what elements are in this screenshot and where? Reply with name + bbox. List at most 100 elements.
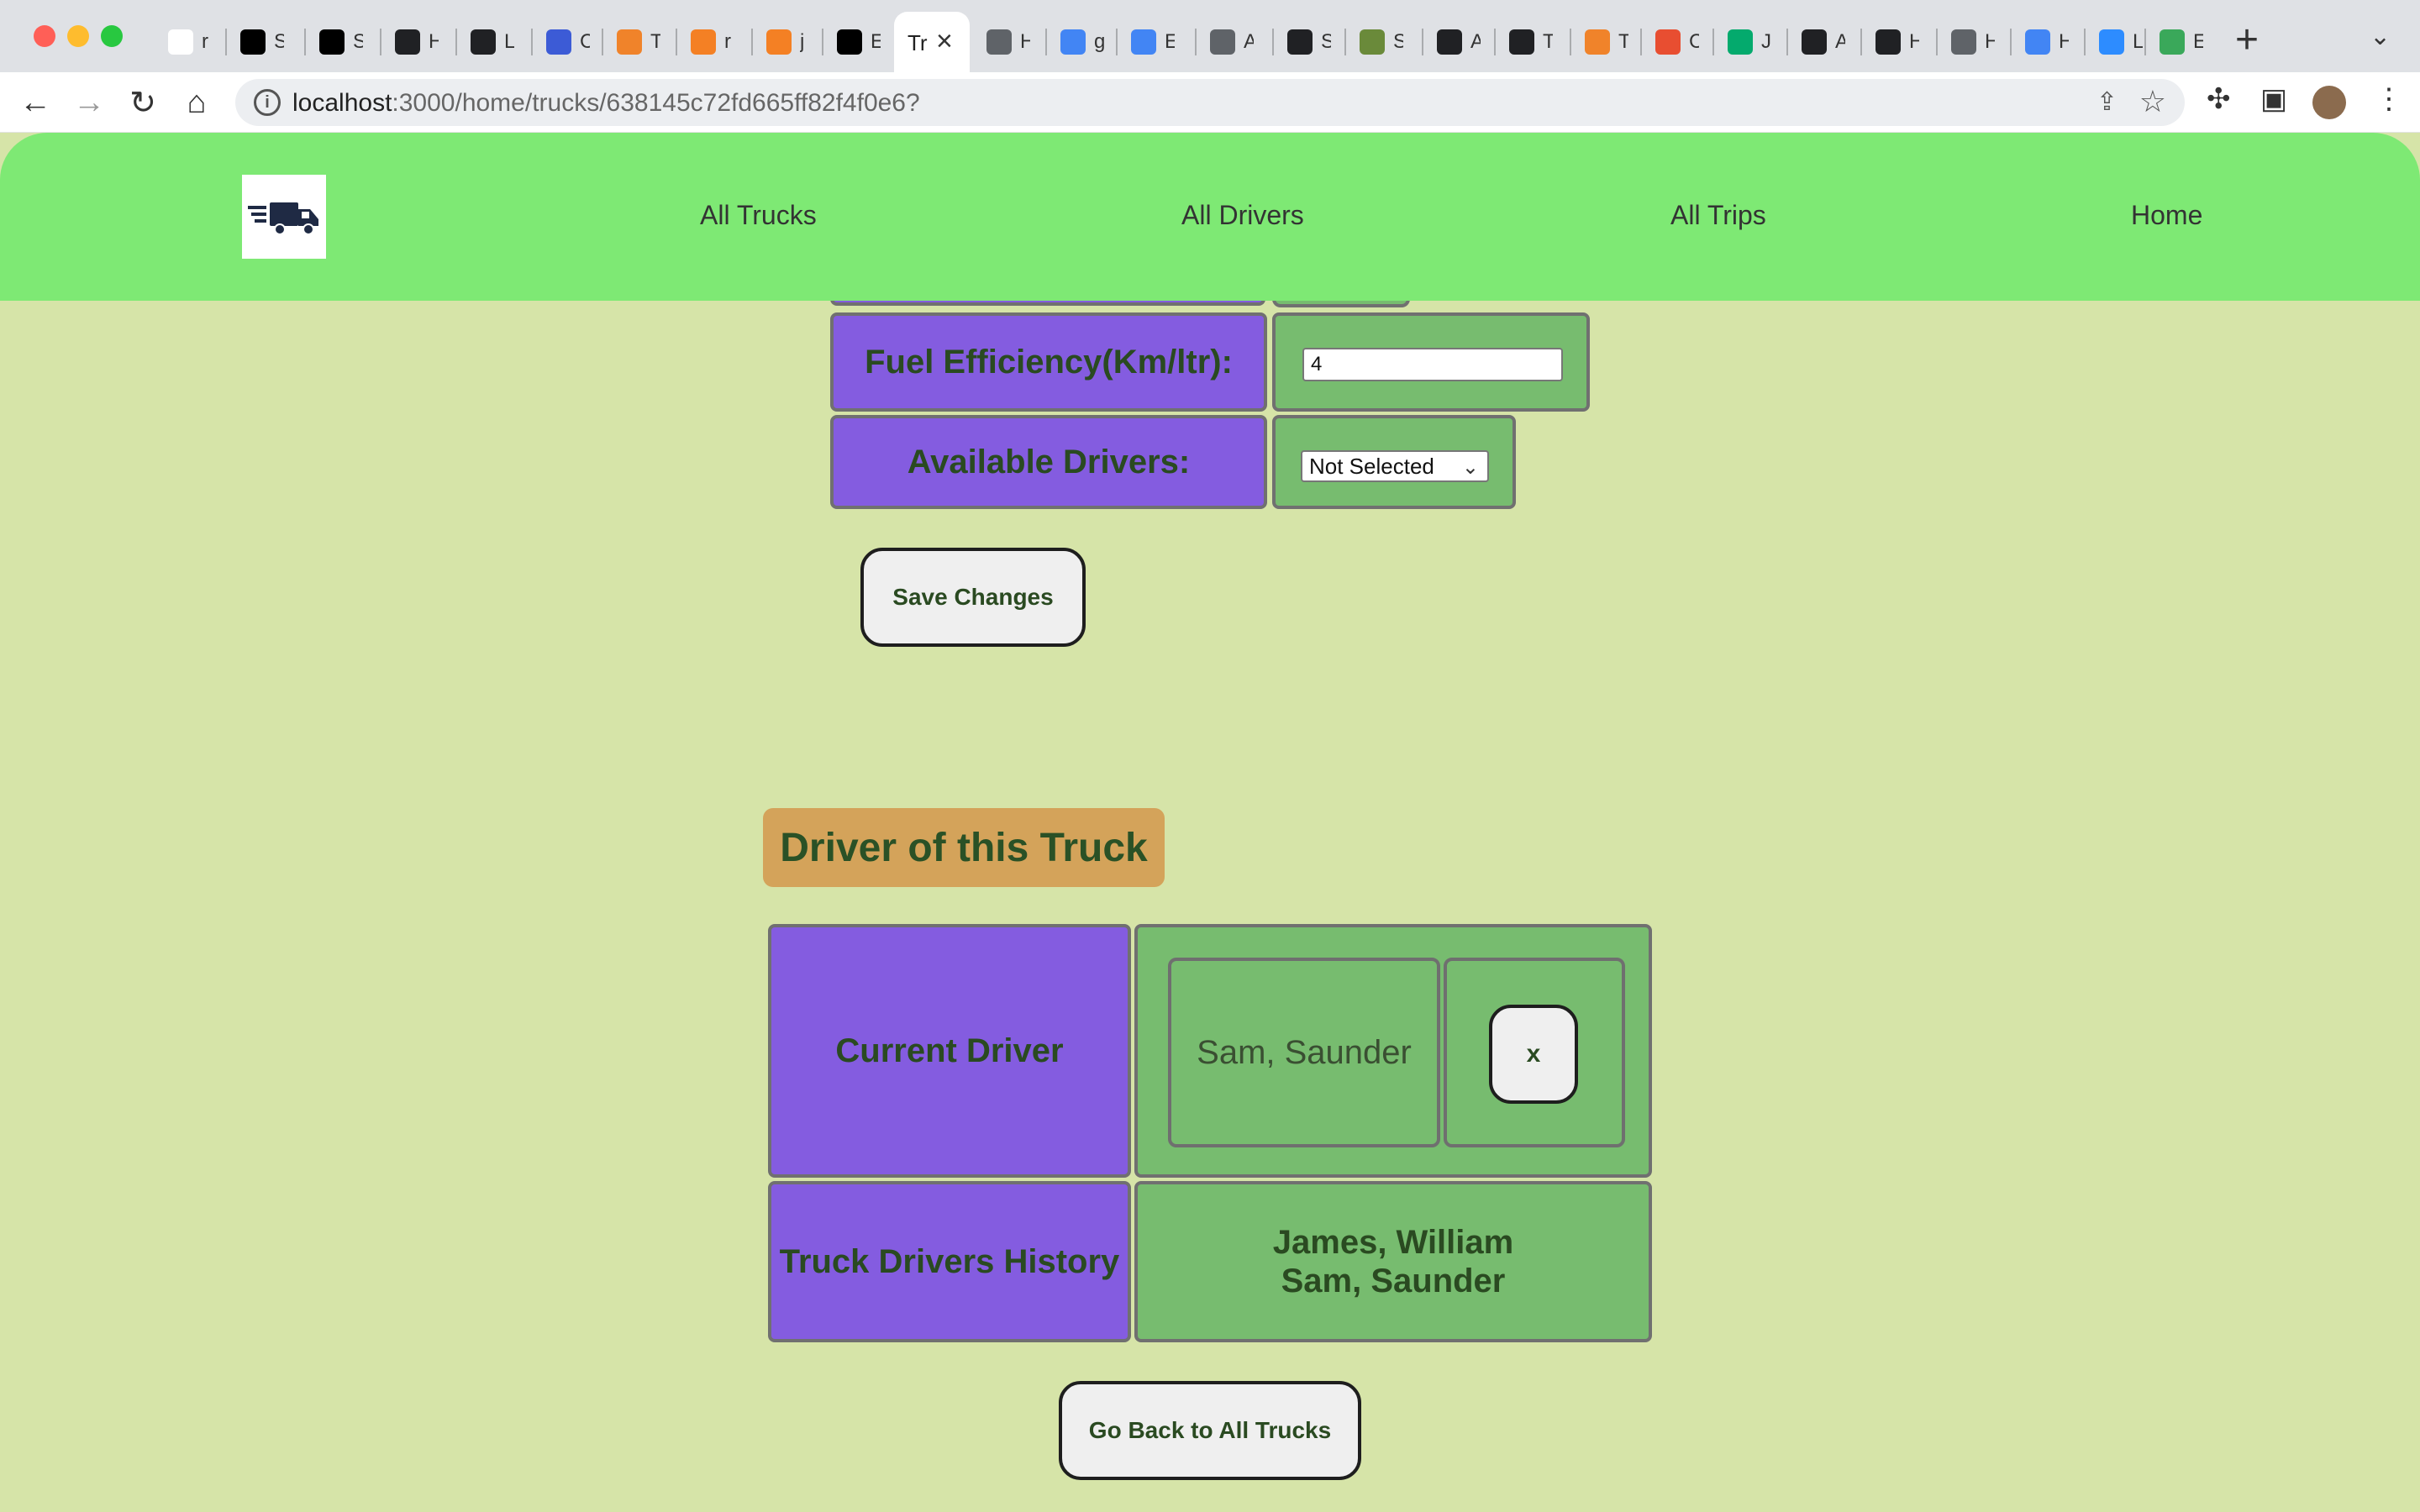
browser-tab[interactable]: T	[608, 18, 660, 66]
logo[interactable]	[242, 175, 326, 259]
site-info-icon[interactable]: i	[254, 89, 281, 116]
trello-icon	[1509, 29, 1534, 55]
tab-separator	[676, 29, 677, 55]
browser-tab[interactable]: H	[1943, 18, 1995, 66]
available-drivers-label: Available Drivers:	[830, 415, 1267, 509]
globe-icon	[1951, 29, 1976, 55]
window-minimize-button[interactable]	[67, 25, 89, 47]
google-icon	[2025, 29, 2050, 55]
home-icon[interactable]: ⌂	[176, 82, 217, 123]
fuel-efficiency-label: Fuel Efficiency(Km/ltr):	[830, 312, 1267, 412]
tab-separator	[1422, 29, 1423, 55]
browser-tab[interactable]: E	[2151, 18, 2203, 66]
browser-tab[interactable]: S	[232, 18, 284, 66]
browser-tab[interactable]: j	[758, 18, 810, 66]
browser-tab[interactable]: L	[2091, 18, 2143, 66]
browser-tab-title: H	[1909, 30, 1919, 53]
browser-tab[interactable]: g	[1052, 18, 1104, 66]
truck-drivers-history-label: Truck Drivers History	[768, 1181, 1131, 1342]
github-icon	[240, 29, 266, 55]
browser-tab-title: r	[202, 30, 208, 53]
browser-tab-title: L	[2133, 30, 2143, 53]
share-icon[interactable]: ⇪	[2096, 87, 2118, 117]
back-arrow-icon[interactable]: ←	[15, 82, 55, 123]
nav-all-trips[interactable]: All Trips	[1670, 200, 1766, 231]
browser-tab[interactable]: A	[1202, 18, 1254, 66]
browser-tab[interactable]: H	[1867, 18, 1919, 66]
nav-all-drivers[interactable]: All Drivers	[1181, 200, 1304, 231]
globe-icon	[1287, 29, 1313, 55]
tab-separator	[380, 29, 381, 55]
browser-tab[interactable]: T	[1501, 18, 1553, 66]
browser-tab[interactable]: E	[829, 18, 881, 66]
tab-separator	[1640, 29, 1642, 55]
tab-separator	[1272, 29, 1274, 55]
tab-separator	[1494, 29, 1496, 55]
browser-tab[interactable]: S	[311, 18, 363, 66]
remove-driver-button[interactable]: x	[1489, 1005, 1578, 1104]
browser-tab-title: T	[650, 30, 660, 53]
go-back-to-all-trucks-button[interactable]: Go Back to All Trucks	[1059, 1381, 1361, 1480]
browser-tab[interactable]: r	[682, 18, 734, 66]
browser-tab[interactable]: C	[538, 18, 590, 66]
available-drivers-select[interactable]: Not Selected ⌄	[1301, 450, 1489, 482]
browser-tab[interactable]: S	[1351, 18, 1403, 66]
header-bottom-band	[0, 259, 2420, 301]
new-tab-button[interactable]: +	[2235, 17, 2259, 63]
browser-tab[interactable]: r	[160, 18, 212, 66]
browser-tab[interactable]: H	[2017, 18, 2069, 66]
browser-tab-title: C	[1689, 30, 1699, 53]
browser-tab-title: T	[1618, 30, 1628, 53]
github-icon	[319, 29, 345, 55]
browser-tab[interactable]: L	[462, 18, 514, 66]
tab-separator	[2144, 29, 2146, 55]
browser-menu-icon[interactable]: ⋮	[2375, 82, 2403, 116]
active-tab[interactable]: Tr ×	[894, 12, 970, 72]
window-close-button[interactable]	[34, 25, 55, 47]
profile-avatar[interactable]	[2312, 86, 2346, 119]
truck-drivers-history-list: James, William Sam, Saunder	[1134, 1181, 1652, 1342]
current-driver-cell: Sam, Saunder x	[1134, 924, 1652, 1178]
browser-tab[interactable]: E	[1123, 18, 1175, 66]
tree-icon	[617, 29, 642, 55]
tab-separator	[1195, 29, 1197, 55]
browser-tab-title: T	[1543, 30, 1553, 53]
browser-tab-title: r	[724, 30, 731, 53]
address-bar[interactable]: i localhost:3000/home/trucks/638145c72fd…	[235, 79, 2185, 126]
browser-tab[interactable]: C	[1647, 18, 1699, 66]
google-icon	[1060, 29, 1086, 55]
browser-tab[interactable]: H	[387, 18, 439, 66]
browser-tab[interactable]: A	[1428, 18, 1481, 66]
browser-tab[interactable]: J	[1719, 18, 1771, 66]
close-tab-icon[interactable]: ×	[936, 25, 953, 58]
current-driver-label: Current Driver	[768, 924, 1131, 1178]
chevron-down-icon: ⌄	[1461, 456, 1479, 479]
extensions-puzzle-icon[interactable]: ✣	[2207, 82, 2231, 116]
reload-icon[interactable]: ↻	[123, 82, 163, 123]
nav-home[interactable]: Home	[2131, 200, 2202, 231]
tab-separator	[225, 29, 227, 55]
url-text[interactable]: localhost:3000/home/trucks/638145c72fd66…	[292, 89, 920, 118]
bookmark-star-icon[interactable]: ☆	[2139, 84, 2166, 119]
active-tab-title: Tr	[908, 30, 928, 55]
history-driver-item: Sam, Saunder	[1281, 1263, 1506, 1299]
browser-tab-title: A	[1244, 30, 1254, 53]
browser-tab[interactable]: T	[1576, 18, 1628, 66]
available-drivers-selected: Not Selected	[1309, 453, 1434, 479]
forward-arrow-icon[interactable]: →	[69, 82, 109, 123]
m-icon	[1802, 29, 1827, 55]
browser-tab[interactable]: A	[1793, 18, 1845, 66]
globe-icon	[986, 29, 1012, 55]
truck-icon	[248, 202, 318, 235]
nav-all-trucks[interactable]: All Trucks	[700, 200, 817, 231]
tab-search-button[interactable]: ⌄	[2370, 22, 2391, 51]
save-changes-button[interactable]: Save Changes	[860, 548, 1086, 647]
history-driver-item: James, William	[1272, 1224, 1514, 1261]
fuel-efficiency-input[interactable]	[1302, 348, 1563, 381]
browser-tab-title: S	[1321, 30, 1331, 53]
window-maximize-button[interactable]	[101, 25, 123, 47]
browser-tab-strip: r S S H L C Tr j E Hg E A S S A T T C J A H H H L E Tr × + ⌄	[0, 0, 2420, 72]
side-panel-icon[interactable]: ▣	[2260, 82, 2287, 116]
browser-tab[interactable]: H	[978, 18, 1030, 66]
browser-tab[interactable]: S	[1279, 18, 1331, 66]
